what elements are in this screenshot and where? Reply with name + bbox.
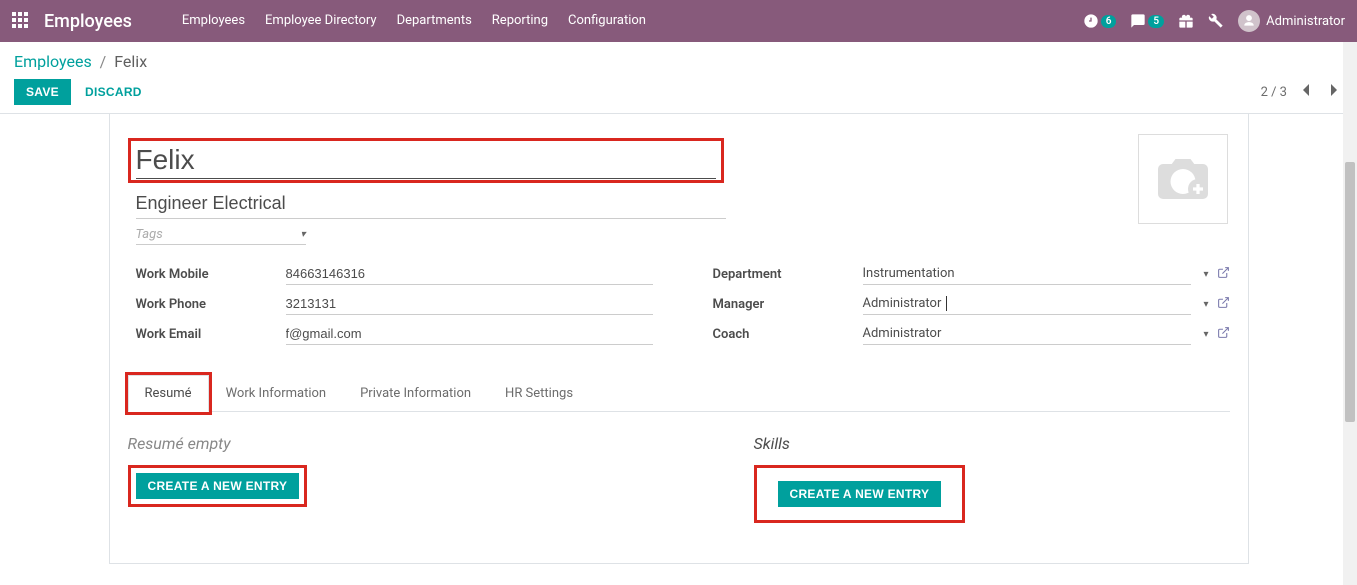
tab-hr-settings[interactable]: HR Settings — [488, 375, 590, 412]
job-title-input[interactable] — [136, 189, 726, 219]
nav-departments[interactable]: Departments — [387, 0, 482, 42]
resume-create-entry-button[interactable]: CREATE A NEW ENTRY — [136, 473, 300, 499]
tags-field[interactable]: Tags ▾ — [136, 225, 306, 245]
tab-work-information[interactable]: Work Information — [209, 375, 344, 412]
nav-employee-directory[interactable]: Employee Directory — [255, 0, 387, 42]
user-menu[interactable]: Administrator — [1238, 10, 1345, 32]
tags-placeholder: Tags — [136, 227, 163, 242]
breadcrumb-separator: / — [100, 52, 107, 71]
department-select[interactable]: Instrumentation — [863, 263, 1192, 285]
discard-button[interactable]: DISCARD — [71, 79, 156, 105]
wrench-icon[interactable] — [1208, 13, 1224, 29]
chat-icon — [1130, 13, 1146, 29]
resume-section-title: Resumé empty — [128, 434, 604, 453]
pager-prev[interactable] — [1297, 79, 1315, 105]
manager-external-link[interactable] — [1217, 296, 1230, 313]
employee-photo-upload[interactable] — [1138, 134, 1228, 224]
scrollbar[interactable] — [1343, 42, 1357, 585]
save-button[interactable]: SAVE — [14, 79, 71, 105]
username-label: Administrator — [1266, 14, 1345, 29]
coach-select[interactable]: Administrator — [863, 323, 1192, 345]
tab-resume[interactable]: Resumé — [128, 375, 209, 412]
coach-external-link[interactable] — [1217, 326, 1230, 343]
external-link-icon — [1217, 266, 1230, 279]
manager-select[interactable]: Administrator — [863, 293, 1192, 315]
tab-private-information[interactable]: Private Information — [343, 375, 488, 412]
external-link-icon — [1217, 296, 1230, 309]
chevron-left-icon — [1301, 83, 1311, 97]
chevron-down-icon: ▾ — [300, 229, 305, 240]
external-link-icon — [1217, 326, 1230, 339]
skills-create-entry-button[interactable]: CREATE A NEW ENTRY — [778, 481, 942, 507]
chat-badge: 5 — [1148, 15, 1164, 28]
clock-badge: 6 — [1101, 15, 1117, 28]
avatar-icon — [1238, 10, 1260, 32]
breadcrumb: Employees / Felix — [14, 52, 1343, 71]
camera-icon — [1153, 154, 1213, 204]
gift-icon[interactable] — [1178, 13, 1194, 29]
nav-employees[interactable]: Employees — [172, 0, 255, 42]
label-department: Department — [713, 267, 863, 282]
clock-icon — [1083, 13, 1099, 29]
department-external-link[interactable] — [1217, 266, 1230, 283]
app-brand: Employees — [44, 11, 132, 32]
chevron-down-icon: ▾ — [1203, 269, 1208, 280]
chevron-down-icon: ▾ — [1203, 329, 1208, 340]
work-email-input[interactable] — [286, 323, 653, 345]
chat-notifications[interactable]: 5 — [1130, 13, 1164, 29]
skills-section-title: Skills — [754, 434, 1230, 453]
label-coach: Coach — [713, 327, 863, 342]
label-manager: Manager — [713, 297, 863, 312]
main-nav: Employees Employee Directory Departments… — [172, 0, 656, 42]
label-work-phone: Work Phone — [136, 297, 286, 312]
breadcrumb-current: Felix — [114, 52, 147, 71]
employee-name-input[interactable] — [136, 142, 716, 179]
work-mobile-input[interactable] — [286, 263, 653, 285]
apps-icon[interactable] — [12, 12, 30, 30]
chevron-down-icon: ▾ — [1203, 299, 1208, 310]
nav-reporting[interactable]: Reporting — [482, 0, 558, 42]
label-work-email: Work Email — [136, 327, 286, 342]
nav-configuration[interactable]: Configuration — [558, 0, 656, 42]
scrollbar-thumb[interactable] — [1345, 162, 1355, 422]
work-phone-input[interactable] — [286, 293, 653, 315]
clock-notifications[interactable]: 6 — [1083, 13, 1117, 29]
label-work-mobile: Work Mobile — [136, 267, 286, 282]
breadcrumb-root[interactable]: Employees — [14, 52, 92, 71]
chevron-right-icon — [1329, 83, 1339, 97]
pager-text: 2 / 3 — [1261, 85, 1287, 100]
pager-next[interactable] — [1325, 79, 1343, 105]
